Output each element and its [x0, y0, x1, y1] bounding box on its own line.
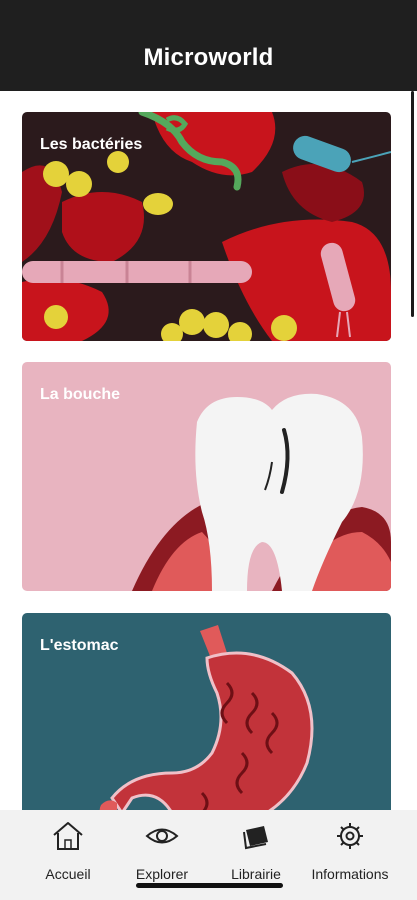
card-title: La bouche: [40, 386, 121, 403]
tab-label: Informations: [311, 866, 389, 882]
card-title: L'estomac: [40, 637, 119, 654]
home-indicator: [136, 883, 283, 888]
scrollbar[interactable]: [411, 91, 414, 317]
tab-explorer[interactable]: Explorer: [110, 820, 214, 882]
card-list[interactable]: Les bactéries La bouche L'estomac: [0, 91, 417, 810]
tab-label: Explorer: [135, 866, 189, 882]
app-title: Microworld: [143, 44, 274, 71]
app-header: Microworld: [0, 0, 417, 91]
home-icon: [53, 822, 83, 850]
card-mouth[interactable]: La bouche: [22, 362, 391, 591]
card-bacteria[interactable]: Les bactéries: [22, 112, 391, 341]
tab-informations[interactable]: Informations: [298, 820, 402, 882]
gear-icon: [337, 823, 363, 849]
book-icon: [243, 826, 268, 850]
tab-librairie[interactable]: Librairie: [204, 820, 308, 882]
card-title: Les bactéries: [40, 136, 143, 153]
tab-label: Librairie: [231, 866, 281, 882]
tab-accueil[interactable]: Accueil: [16, 820, 120, 882]
tab-label: Accueil: [45, 866, 91, 882]
eye-icon: [145, 828, 179, 844]
card-stomach[interactable]: L'estomac: [22, 613, 391, 810]
